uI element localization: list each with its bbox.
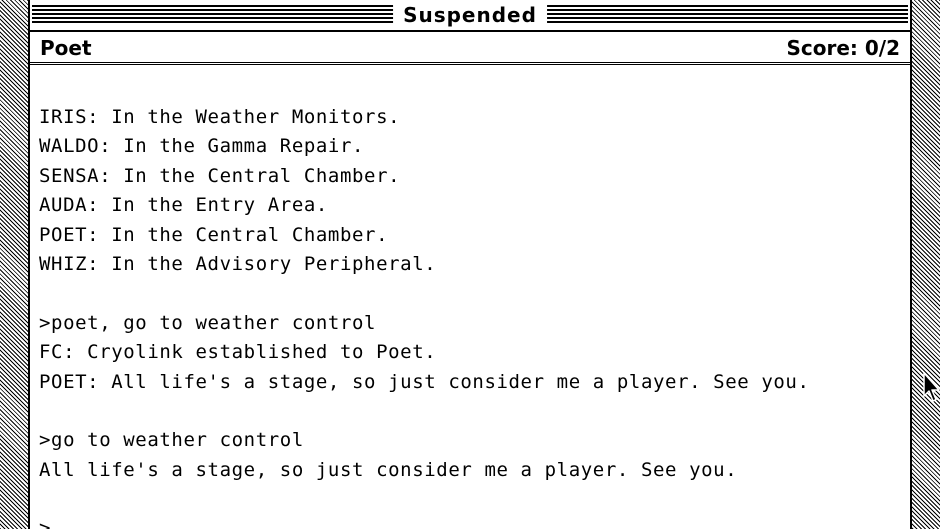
- transcript-line: [39, 485, 910, 514]
- command-prompt-line[interactable]: >: [39, 514, 910, 529]
- status-bar: Poet Score: 0/2: [30, 32, 910, 65]
- transcript-line: All life's a stage, so just consider me …: [39, 458, 738, 481]
- transcript-line: >go to weather control: [39, 429, 304, 452]
- game-transcript: IRIS: In the Weather Monitors. WALDO: In…: [39, 103, 910, 529]
- transcript-line: WHIZ: In the Advisory Peripheral.: [39, 252, 437, 275]
- arrow-cursor-icon: [923, 372, 940, 402]
- transcript-line: IRIS: In the Weather Monitors.: [39, 106, 401, 128]
- game-window[interactable]: Suspended Poet Score: 0/2 IRIS: In the W…: [28, 0, 912, 529]
- transcript-line: WALDO: In the Gamma Repair.: [39, 135, 365, 158]
- current-location: Poet: [40, 36, 92, 60]
- transcript-line: [39, 279, 910, 308]
- transcript-line: >poet, go to weather control: [39, 311, 377, 334]
- title-bar[interactable]: Suspended: [30, 0, 910, 32]
- transcript-line: FC: Cryolink established to Poet.: [39, 341, 437, 364]
- transcript-line: POET: All life's a stage, so just consid…: [39, 370, 810, 393]
- transcript-line: AUDA: In the Entry Area.: [39, 194, 328, 217]
- transcript-line: POET: In the Central Chamber.: [39, 223, 389, 246]
- window-title: Suspended: [393, 2, 547, 28]
- score-display: Score: 0/2: [786, 36, 900, 60]
- transcript-line: [39, 397, 910, 426]
- transcript-line: SENSA: In the Central Chamber.: [39, 164, 401, 187]
